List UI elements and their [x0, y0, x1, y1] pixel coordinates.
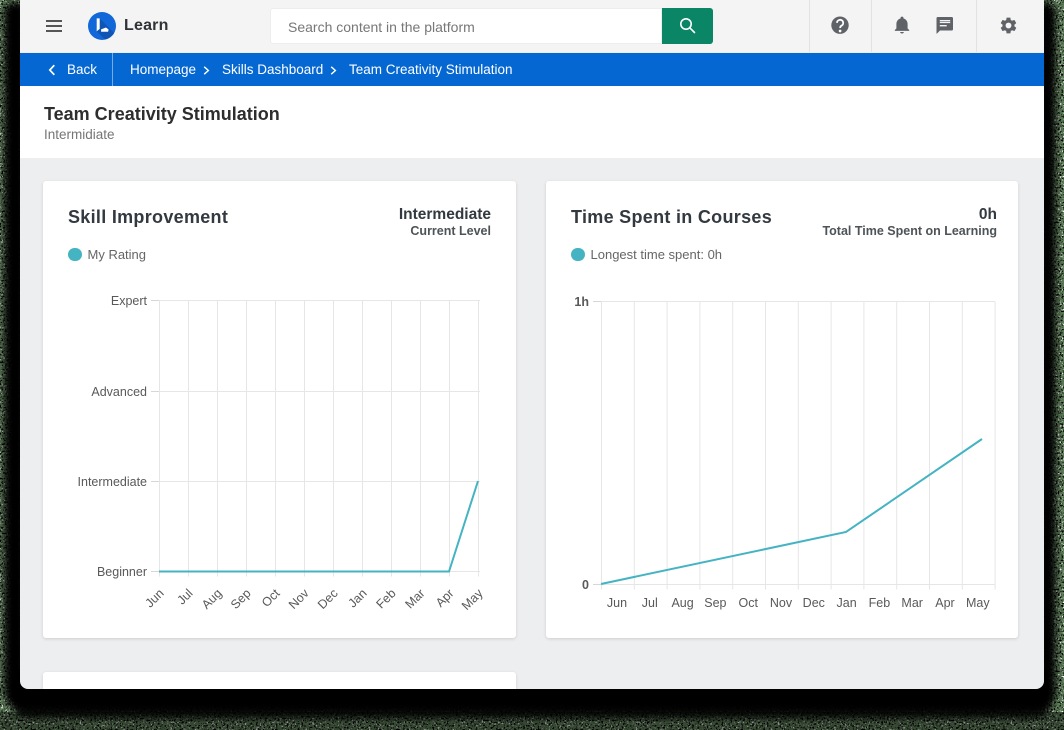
svg-text:Sep: Sep [228, 586, 254, 612]
svg-text:Advanced: Advanced [91, 385, 147, 399]
svg-text:Apr: Apr [935, 596, 954, 610]
svg-text:Jun: Jun [607, 596, 627, 610]
svg-text:Jun: Jun [142, 586, 166, 610]
svg-text:Nov: Nov [286, 586, 312, 612]
svg-text:Jul: Jul [174, 586, 195, 607]
svg-text:Dec: Dec [315, 586, 341, 612]
svg-text:1h: 1h [574, 295, 589, 309]
svg-text:May: May [966, 596, 990, 610]
svg-text:Feb: Feb [373, 586, 398, 611]
svg-text:May: May [459, 586, 486, 613]
svg-text:Feb: Feb [869, 596, 891, 610]
svg-text:Beginner: Beginner [97, 565, 147, 579]
svg-text:Oct: Oct [259, 586, 283, 610]
svg-text:Nov: Nov [770, 596, 793, 610]
svg-text:Jan: Jan [345, 586, 369, 610]
svg-text:Aug: Aug [199, 586, 225, 612]
svg-text:Mar: Mar [901, 596, 923, 610]
svg-text:Intermediate: Intermediate [78, 475, 148, 489]
svg-text:Expert: Expert [111, 294, 148, 308]
svg-text:Mar: Mar [402, 586, 427, 611]
svg-text:Aug: Aug [671, 596, 693, 610]
svg-text:Oct: Oct [738, 596, 758, 610]
svg-text:Sep: Sep [704, 596, 726, 610]
svg-text:Dec: Dec [803, 596, 825, 610]
svg-text:Apr: Apr [433, 586, 457, 610]
svg-text:Jan: Jan [837, 596, 857, 610]
svg-text:Jul: Jul [642, 596, 658, 610]
svg-text:0: 0 [582, 578, 589, 592]
